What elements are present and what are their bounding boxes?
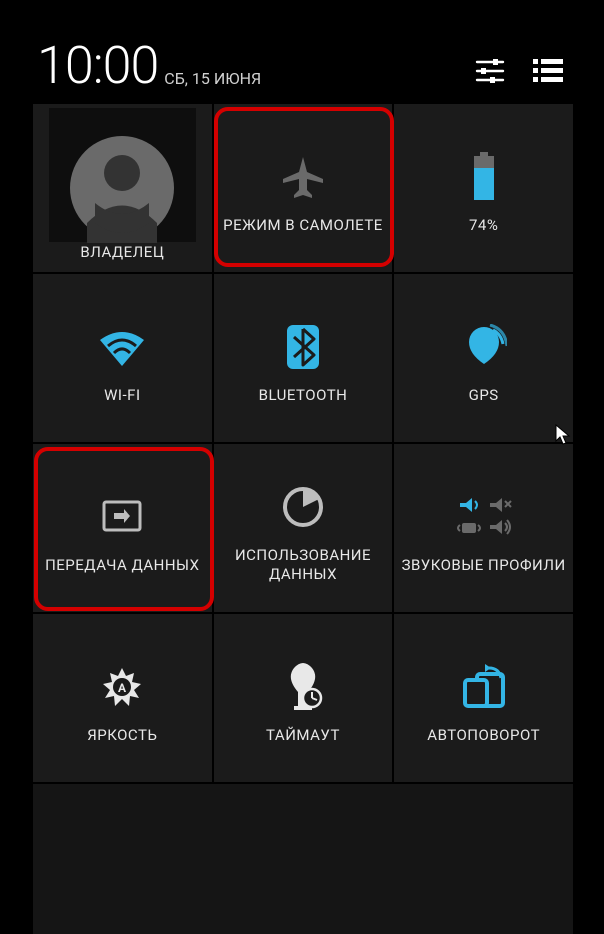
tile-owner[interactable]: ВЛАДЕЛЕЦ	[33, 104, 212, 272]
settings-sliders-icon[interactable]	[465, 46, 515, 96]
tile-label: ЯРКОСТЬ	[87, 726, 157, 745]
tile-label: ВЛАДЕЛЕЦ	[33, 243, 212, 262]
data-transfer-icon	[96, 482, 148, 552]
wifi-icon	[96, 312, 148, 382]
tile-wifi[interactable]: WI-FI	[33, 274, 212, 442]
tile-label: ИСПОЛЬЗОВАНИЕ ДАННЫХ	[220, 546, 387, 584]
tile-battery[interactable]: 74%	[394, 104, 573, 272]
battery-icon	[470, 142, 498, 212]
autorotate-icon	[459, 652, 509, 722]
status-bar: 10:00 СБ, 15 ИЮНЯ	[33, 0, 573, 104]
tile-label: ТАЙМАУТ	[266, 726, 340, 745]
brightness-icon: A	[99, 652, 145, 722]
clock-date: СБ, 15 ИЮНЯ	[164, 69, 261, 88]
svg-text:A: A	[118, 681, 127, 695]
bluetooth-icon	[284, 312, 322, 382]
tile-label: 74%	[469, 216, 498, 235]
tile-label: WI-FI	[104, 386, 140, 405]
tile-label: ПЕРЕДАЧА ДАННЫХ	[45, 556, 199, 575]
tile-label: РЕЖИМ В САМОЛЕТЕ	[223, 216, 383, 235]
list-view-icon[interactable]	[523, 46, 573, 96]
tile-gps[interactable]: GPS	[394, 274, 573, 442]
tile-bluetooth[interactable]: BLUETOOTH	[214, 274, 393, 442]
tile-label: BLUETOOTH	[259, 386, 348, 405]
gps-icon	[461, 312, 507, 382]
tile-airplane-mode[interactable]: РЕЖИМ В САМОЛЕТЕ	[214, 104, 393, 272]
tile-autorotate[interactable]: АВТОПОВОРОТ	[394, 614, 573, 782]
quick-settings-panel: 10:00 СБ, 15 ИЮНЯ	[33, 0, 573, 914]
tile-label: GPS	[469, 386, 499, 405]
panel-bottom-area	[33, 784, 573, 934]
tile-label: АВТОПОВОРОТ	[427, 726, 540, 745]
tile-label: ЗВУКОВЫЕ ПРОФИЛИ	[402, 556, 566, 575]
airplane-icon	[280, 142, 326, 212]
tile-data-usage[interactable]: ИСПОЛЬЗОВАНИЕ ДАННЫХ	[214, 444, 393, 612]
avatar-icon	[67, 153, 177, 223]
timeout-icon	[280, 652, 326, 722]
settings-grid: ВЛАДЕЛЕЦ РЕЖИМ В САМОЛЕТЕ 74%	[33, 104, 573, 782]
data-usage-icon	[281, 472, 325, 542]
tile-sound-profiles[interactable]: ЗВУКОВЫЕ ПРОФИЛИ	[394, 444, 573, 612]
tile-timeout[interactable]: ТАЙМАУТ	[214, 614, 393, 782]
tile-data-transfer[interactable]: ПЕРЕДАЧА ДАННЫХ	[33, 444, 212, 612]
tile-brightness[interactable]: A ЯРКОСТЬ	[33, 614, 212, 782]
sound-profiles-icon	[454, 482, 514, 552]
clock-time: 10:00	[33, 35, 158, 96]
